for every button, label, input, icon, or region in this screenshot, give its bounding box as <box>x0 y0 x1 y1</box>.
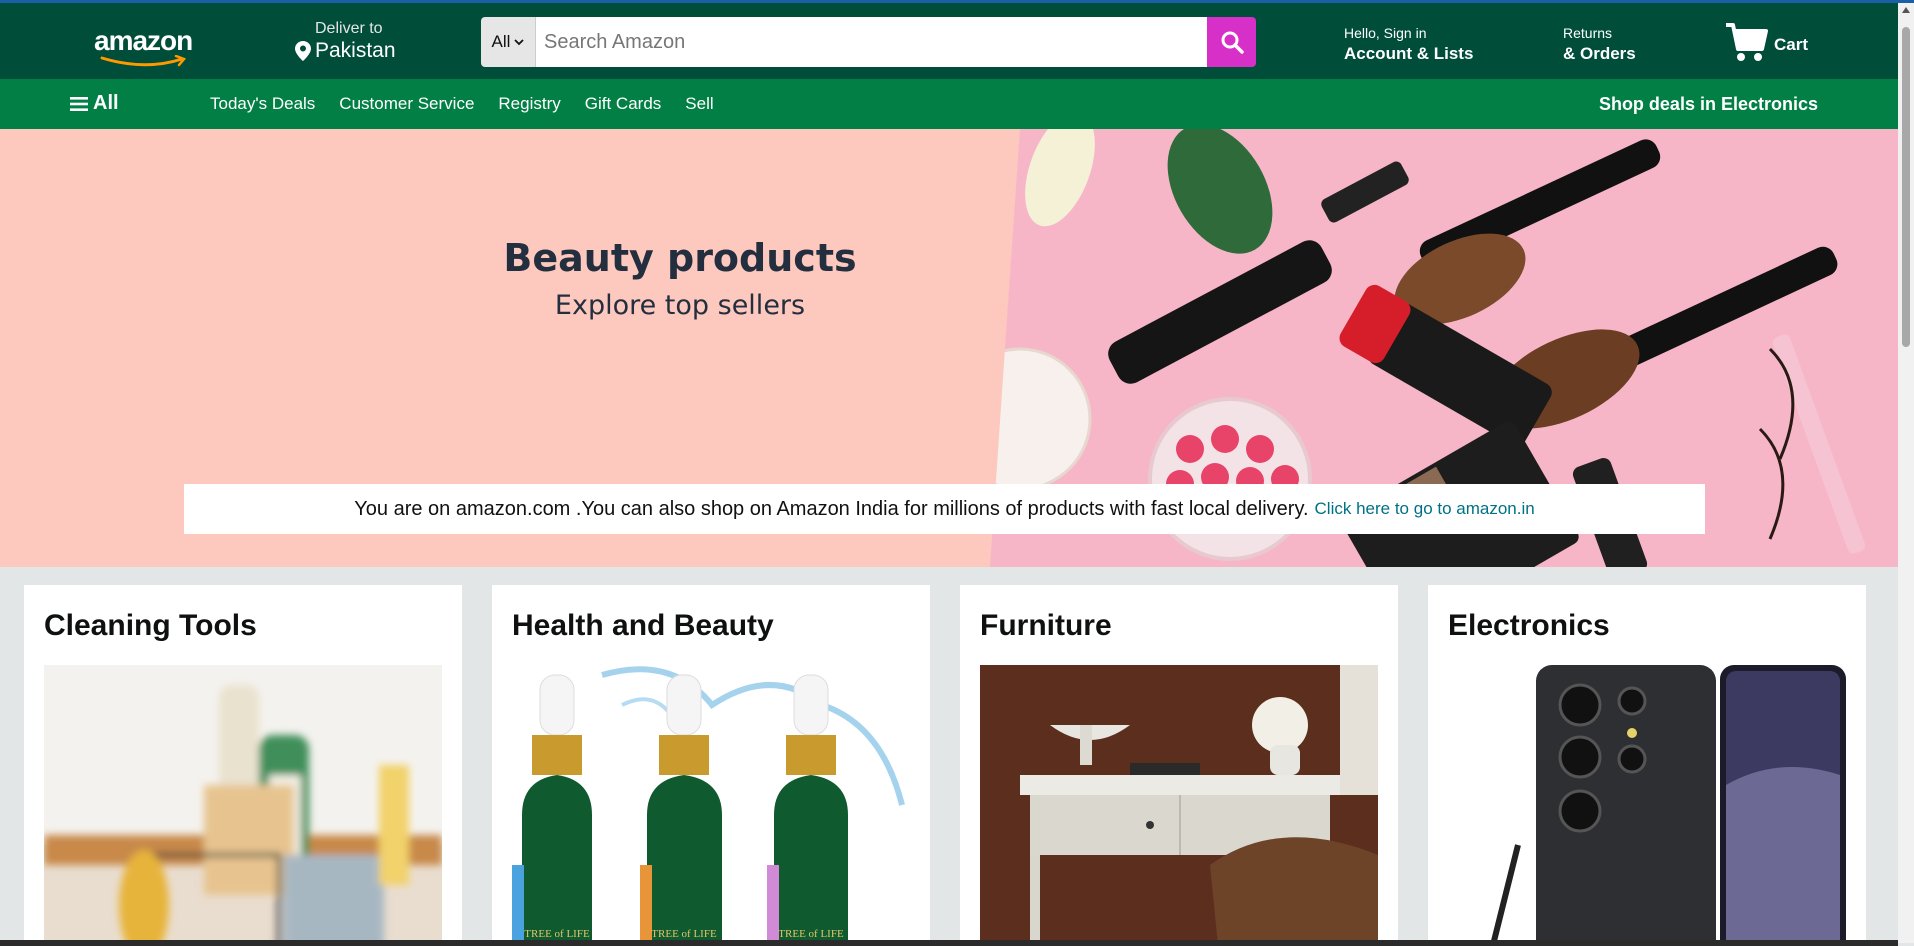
locale-notice: You are on amazon.com .You can also shop… <box>184 484 1705 534</box>
search-button[interactable] <box>1207 17 1256 67</box>
search-category-label: All <box>491 32 511 51</box>
account-greeting: Hello, Sign in <box>1344 25 1427 41</box>
returns-label: Returns <box>1563 25 1613 41</box>
sub-navigation: All Today's Deals Customer Service Regis… <box>0 79 1898 129</box>
locale-notice-text: You are on amazon.com .You can also shop… <box>354 497 1309 520</box>
scroll-up-arrow-icon[interactable] <box>1902 7 1910 13</box>
nav-link-customer-service[interactable]: Customer Service <box>339 94 474 114</box>
card-title: Electronics <box>1448 609 1610 642</box>
search-input[interactable] <box>536 17 1207 67</box>
category-card-health-and-beauty[interactable]: Health and Beauty TREE of LIFE TREE of L… <box>492 585 930 946</box>
card-title: Cleaning Tools <box>44 609 257 642</box>
location-pin-icon <box>295 41 311 61</box>
nav-links: Today's Deals Customer Service Registry … <box>210 94 714 114</box>
cleaning-tools-image[interactable] <box>44 665 442 946</box>
category-card-furniture[interactable]: Furniture <box>960 585 1398 946</box>
electronics-image[interactable] <box>1448 665 1846 946</box>
cleaning-tools-illustration <box>44 665 442 946</box>
account-label: Account & Lists <box>1344 44 1474 63</box>
deliver-label: Deliver to <box>315 20 383 37</box>
taskbar-edge <box>0 940 1898 946</box>
bottle-label-text: TREE of LIFE <box>778 928 844 940</box>
shop-deals-electronics-link[interactable]: Shop deals in Electronics <box>1599 94 1818 115</box>
category-card-cleaning-tools[interactable]: Cleaning Tools <box>24 585 462 946</box>
cart-icon <box>1726 23 1768 61</box>
desk-illustration <box>980 665 1378 946</box>
search-category-select[interactable]: All <box>481 17 536 67</box>
card-title: Furniture <box>980 609 1112 642</box>
search-bar: All <box>481 17 1256 67</box>
top-header: amazon Deliver to Pakistan All Search Am… <box>0 3 1898 79</box>
hero-title: Beauty products <box>503 236 857 280</box>
nav-all-menu[interactable]: All <box>70 92 119 115</box>
deliver-country: Pakistan <box>315 39 396 62</box>
bottle-label-text: TREE of LIFE <box>524 928 590 940</box>
hamburger-menu-icon <box>70 96 88 111</box>
deliver-location: Pakistan <box>295 39 396 63</box>
orders-label: & Orders <box>1563 44 1636 63</box>
nav-all-label: All <box>93 92 119 114</box>
nav-link-todays-deals[interactable]: Today's Deals <box>210 94 315 114</box>
smartphone-illustration <box>1448 665 1846 946</box>
furniture-image[interactable] <box>980 665 1378 946</box>
nav-link-sell[interactable]: Sell <box>685 94 713 114</box>
page-scrollbar[interactable] <box>1898 3 1914 943</box>
health-and-beauty-image[interactable]: TREE of LIFE TREE of LIFE TREE of LIFE <box>512 665 910 946</box>
bottle-label-text: TREE of LIFE <box>651 928 717 940</box>
card-title: Health and Beauty <box>512 609 774 642</box>
serum-bottles-illustration: TREE of LIFE TREE of LIFE TREE of LIFE <box>512 665 910 946</box>
logo-smile-icon <box>100 55 187 67</box>
cart-button[interactable]: Cart <box>1724 21 1808 63</box>
amazon-india-link[interactable]: Click here to go to amazon.in <box>1315 499 1535 519</box>
chevron-down-icon <box>514 39 525 46</box>
nav-link-registry[interactable]: Registry <box>498 94 560 114</box>
logo-text: amazon <box>94 25 193 56</box>
amazon-logo[interactable]: amazon <box>94 25 198 67</box>
search-icon <box>1221 31 1244 54</box>
deliver-to[interactable]: Deliver to Pakistan <box>295 20 396 63</box>
returns-orders[interactable]: Returns & Orders <box>1563 25 1636 64</box>
cart-label: Cart <box>1774 35 1809 54</box>
hero-subtitle: Explore top sellers <box>554 290 806 321</box>
nav-link-gift-cards[interactable]: Gift Cards <box>585 94 662 114</box>
category-card-electronics[interactable]: Electronics <box>1428 585 1866 946</box>
hero-banner[interactable]: Beauty products Explore top sellers You … <box>0 129 1898 567</box>
account-lists[interactable]: Hello, Sign in Account & Lists <box>1344 25 1473 64</box>
scrollbar-thumb[interactable] <box>1902 27 1910 347</box>
